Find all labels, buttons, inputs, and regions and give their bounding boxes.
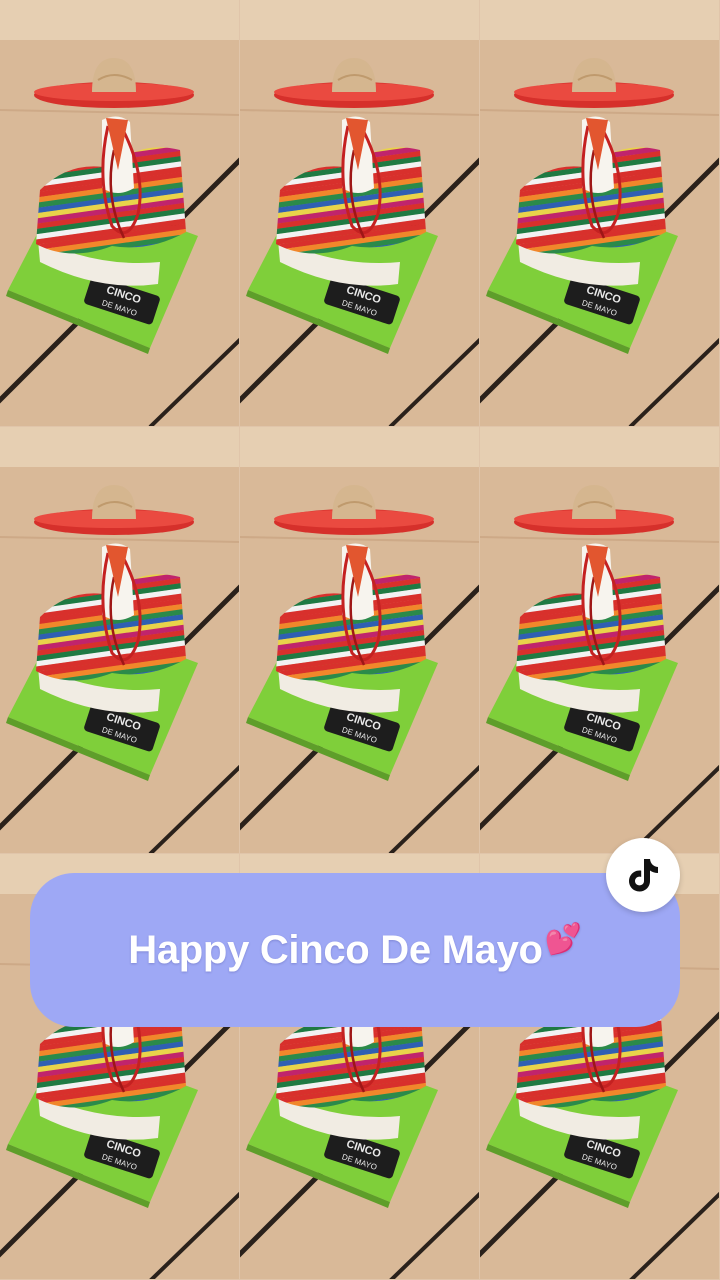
two-hearts-emoji: 💕 bbox=[544, 922, 582, 956]
sombrero-figurine-illustration: CINCODE MAYO bbox=[480, 427, 719, 853]
sombrero-figurine-illustration: CINCODE MAYO bbox=[0, 0, 239, 426]
photo-tile: CINCO DE MAYO bbox=[240, 0, 480, 427]
photo-tile: CINCO DE MAYO bbox=[240, 427, 480, 854]
caption-label: Happy Cinco De Mayo bbox=[128, 927, 543, 972]
sombrero-figurine-illustration: CINCODE MAYO bbox=[240, 427, 479, 853]
photo-tile: CINCO DE MAYO bbox=[0, 0, 240, 427]
sombrero-figurine-illustration: CINCODE MAYO bbox=[240, 0, 479, 426]
caption-text: Happy Cinco De Mayo💕 bbox=[128, 923, 582, 973]
photo-tile: CINCO DE MAYO bbox=[480, 0, 720, 427]
sombrero-figurine-illustration: CINCODE MAYO bbox=[480, 0, 719, 426]
photo-tile: CINCO DE MAYO bbox=[480, 427, 720, 854]
photo-tile: CINCO DE MAYO bbox=[0, 427, 240, 854]
tiktok-logo-icon bbox=[629, 859, 658, 892]
sombrero-figurine-illustration: CINCODE MAYO bbox=[0, 427, 239, 853]
tiktok-badge[interactable] bbox=[606, 838, 680, 912]
caption-banner: Happy Cinco De Mayo💕 bbox=[30, 873, 680, 1027]
tiled-photo-grid: CINCO DE MAYO CINCO DE MAYO CINCO DE MAYO CINC… bbox=[0, 0, 720, 1280]
